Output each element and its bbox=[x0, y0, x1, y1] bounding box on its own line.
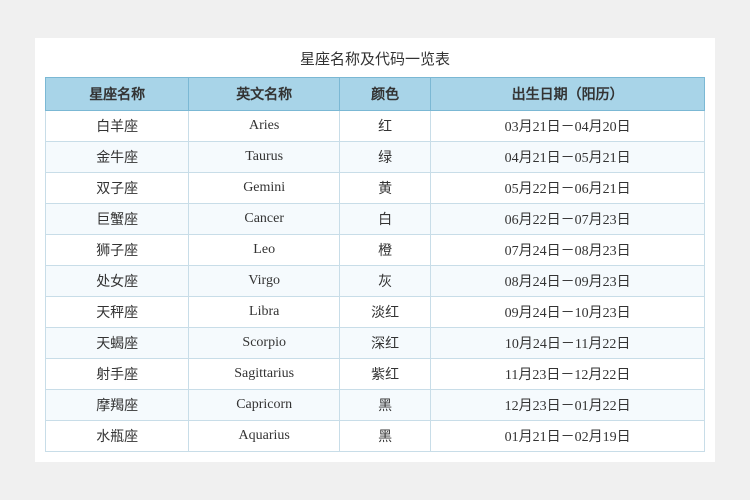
cell-english: Aries bbox=[189, 111, 340, 142]
table-row: 处女座Virgo灰08月24日－09月23日 bbox=[46, 266, 705, 297]
table-row: 金牛座Taurus绿04月21日－05月21日 bbox=[46, 142, 705, 173]
cell-color: 黑 bbox=[340, 421, 431, 452]
cell-dates: 11月23日－12月22日 bbox=[431, 359, 705, 390]
cell-dates: 09月24日－10月23日 bbox=[431, 297, 705, 328]
cell-chinese: 天秤座 bbox=[46, 297, 189, 328]
cell-color: 绿 bbox=[340, 142, 431, 173]
cell-color: 深红 bbox=[340, 328, 431, 359]
cell-chinese: 处女座 bbox=[46, 266, 189, 297]
cell-dates: 04月21日－05月21日 bbox=[431, 142, 705, 173]
cell-dates: 12月23日－01月22日 bbox=[431, 390, 705, 421]
cell-english: Virgo bbox=[189, 266, 340, 297]
cell-color: 紫红 bbox=[340, 359, 431, 390]
cell-dates: 01月21日－02月19日 bbox=[431, 421, 705, 452]
table-row: 白羊座Aries红03月21日－04月20日 bbox=[46, 111, 705, 142]
table-row: 天蝎座Scorpio深红10月24日－11月22日 bbox=[46, 328, 705, 359]
col-header-english: 英文名称 bbox=[189, 78, 340, 111]
cell-chinese: 金牛座 bbox=[46, 142, 189, 173]
cell-english: Taurus bbox=[189, 142, 340, 173]
cell-english: Gemini bbox=[189, 173, 340, 204]
main-container: 星座名称及代码一览表 星座名称 英文名称 颜色 出生日期（阳历） 白羊座Arie… bbox=[35, 38, 715, 462]
table-header-row: 星座名称 英文名称 颜色 出生日期（阳历） bbox=[46, 78, 705, 111]
cell-dates: 06月22日－07月23日 bbox=[431, 204, 705, 235]
cell-color: 白 bbox=[340, 204, 431, 235]
table-row: 巨蟹座Cancer白06月22日－07月23日 bbox=[46, 204, 705, 235]
cell-dates: 07月24日－08月23日 bbox=[431, 235, 705, 266]
cell-english: Sagittarius bbox=[189, 359, 340, 390]
cell-dates: 03月21日－04月20日 bbox=[431, 111, 705, 142]
table-row: 水瓶座Aquarius黑01月21日－02月19日 bbox=[46, 421, 705, 452]
cell-dates: 05月22日－06月21日 bbox=[431, 173, 705, 204]
cell-english: Aquarius bbox=[189, 421, 340, 452]
col-header-color: 颜色 bbox=[340, 78, 431, 111]
zodiac-table: 星座名称 英文名称 颜色 出生日期（阳历） 白羊座Aries红03月21日－04… bbox=[45, 77, 705, 452]
cell-dates: 08月24日－09月23日 bbox=[431, 266, 705, 297]
cell-chinese: 射手座 bbox=[46, 359, 189, 390]
cell-color: 淡红 bbox=[340, 297, 431, 328]
cell-color: 黄 bbox=[340, 173, 431, 204]
cell-chinese: 天蝎座 bbox=[46, 328, 189, 359]
cell-dates: 10月24日－11月22日 bbox=[431, 328, 705, 359]
cell-color: 红 bbox=[340, 111, 431, 142]
col-header-chinese: 星座名称 bbox=[46, 78, 189, 111]
table-row: 双子座Gemini黄05月22日－06月21日 bbox=[46, 173, 705, 204]
table-row: 射手座Sagittarius紫红11月23日－12月22日 bbox=[46, 359, 705, 390]
table-row: 摩羯座Capricorn黑12月23日－01月22日 bbox=[46, 390, 705, 421]
cell-english: Scorpio bbox=[189, 328, 340, 359]
cell-chinese: 双子座 bbox=[46, 173, 189, 204]
cell-chinese: 水瓶座 bbox=[46, 421, 189, 452]
cell-chinese: 摩羯座 bbox=[46, 390, 189, 421]
cell-chinese: 巨蟹座 bbox=[46, 204, 189, 235]
cell-english: Leo bbox=[189, 235, 340, 266]
table-row: 天秤座Libra淡红09月24日－10月23日 bbox=[46, 297, 705, 328]
col-header-dates: 出生日期（阳历） bbox=[431, 78, 705, 111]
cell-color: 橙 bbox=[340, 235, 431, 266]
page-title: 星座名称及代码一览表 bbox=[45, 48, 705, 69]
table-row: 狮子座Leo橙07月24日－08月23日 bbox=[46, 235, 705, 266]
cell-english: Cancer bbox=[189, 204, 340, 235]
cell-english: Libra bbox=[189, 297, 340, 328]
cell-english: Capricorn bbox=[189, 390, 340, 421]
cell-chinese: 狮子座 bbox=[46, 235, 189, 266]
cell-color: 灰 bbox=[340, 266, 431, 297]
cell-color: 黑 bbox=[340, 390, 431, 421]
cell-chinese: 白羊座 bbox=[46, 111, 189, 142]
